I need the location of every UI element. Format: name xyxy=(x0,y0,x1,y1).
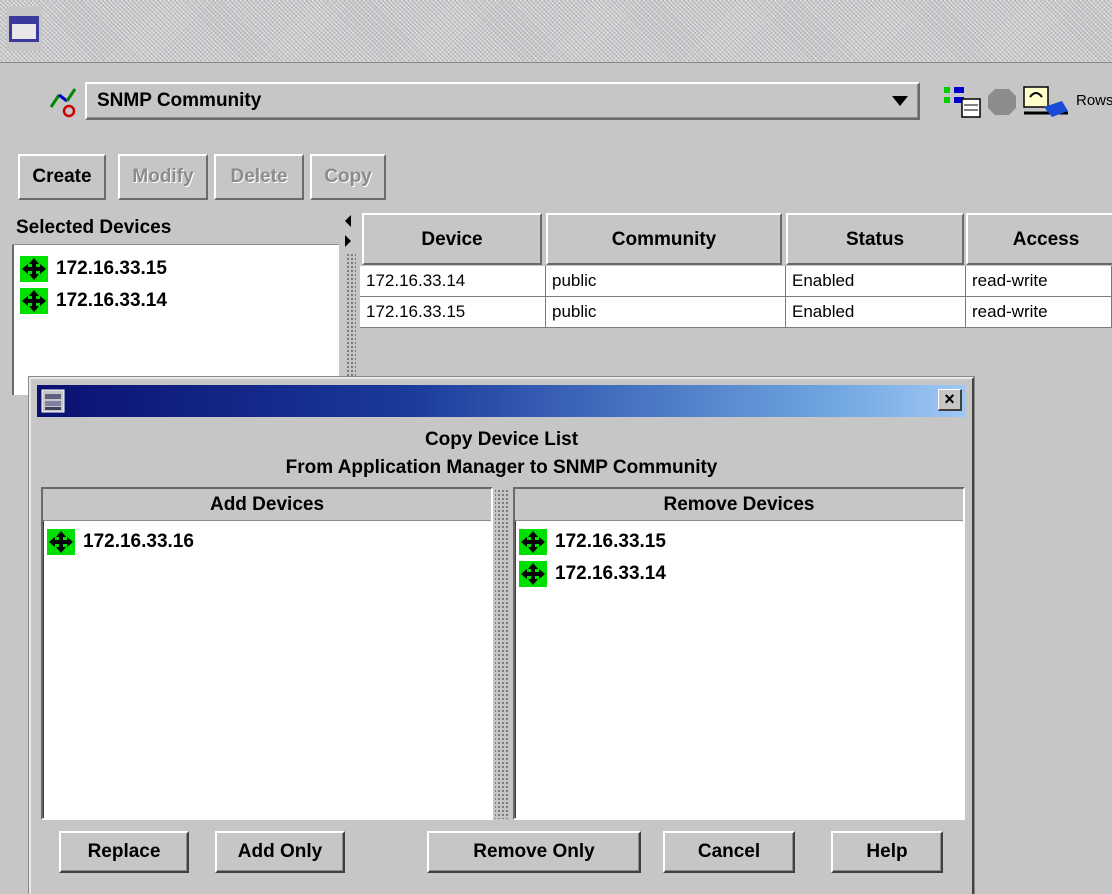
list-item[interactable]: 172.16.33.14 xyxy=(519,559,666,589)
chevron-down-icon[interactable] xyxy=(892,96,908,106)
expand-right-icon[interactable] xyxy=(345,235,351,247)
config-view-icon xyxy=(45,85,79,119)
remove-devices-list[interactable]: Remove Devices 172.16.33.15 172.16.33.14 xyxy=(513,487,965,820)
add-only-button[interactable]: Add Only xyxy=(215,831,345,873)
device-label: 172.16.33.14 xyxy=(56,290,167,311)
dialog-subheading: From Application Manager to SNMP Communi… xyxy=(285,457,718,478)
dialog-app-icon xyxy=(41,389,65,413)
community-table: Device Community Status Access 172.16.33… xyxy=(360,213,1112,393)
table-cell[interactable]: Enabled xyxy=(786,266,966,297)
network-device-icon xyxy=(20,288,48,314)
view-selector-dropdown[interactable]: SNMP Community xyxy=(85,82,920,120)
list-item[interactable]: 172.16.33.14 xyxy=(20,287,167,315)
add-devices-list[interactable]: Add Devices 172.16.33.16 xyxy=(41,487,493,820)
dialog-titlebar[interactable]: × xyxy=(37,385,966,417)
list-item[interactable]: 172.16.33.16 xyxy=(47,527,194,557)
remove-devices-header: Remove Devices xyxy=(515,489,963,521)
table-cell[interactable]: 172.16.33.14 xyxy=(360,266,546,297)
table-cell[interactable]: Enabled xyxy=(786,297,966,328)
view-selector-value: SNMP Community xyxy=(97,90,262,111)
column-header-access[interactable]: Access xyxy=(966,213,1112,265)
column-header-device[interactable]: Device xyxy=(362,213,542,265)
device-label: 172.16.33.14 xyxy=(555,563,666,584)
network-device-icon xyxy=(20,256,48,282)
device-label: 172.16.33.15 xyxy=(555,531,666,552)
delete-button[interactable]: Delete xyxy=(214,154,304,200)
create-button[interactable]: Create xyxy=(18,154,106,200)
close-icon[interactable]: × xyxy=(938,389,962,411)
main-window-titlebar[interactable] xyxy=(0,0,1112,63)
device-label: 172.16.33.15 xyxy=(56,258,167,279)
list-item[interactable]: 172.16.33.15 xyxy=(519,527,666,557)
list-item[interactable]: 172.16.33.15 xyxy=(20,255,167,283)
table-cell[interactable]: read-write xyxy=(966,266,1112,297)
cancel-button[interactable]: Cancel xyxy=(663,831,795,873)
network-device-icon xyxy=(47,529,75,555)
modify-button[interactable]: Modify xyxy=(118,154,208,200)
table-cell[interactable]: public xyxy=(546,297,786,328)
rows-label: Rows xyxy=(1076,92,1112,109)
window-icon xyxy=(6,7,42,51)
dialog-splitter-grip[interactable] xyxy=(495,489,509,819)
dialog-heading: Copy Device List xyxy=(424,429,579,450)
selected-devices-list[interactable]: 172.16.33.15 172.16.33.14 xyxy=(12,245,339,395)
tree-table-icon[interactable] xyxy=(942,83,986,119)
remove-only-button[interactable]: Remove Only xyxy=(427,831,641,873)
table-cell[interactable]: 172.16.33.15 xyxy=(360,297,546,328)
table-cell[interactable]: read-write xyxy=(966,297,1112,328)
add-devices-header: Add Devices xyxy=(43,489,491,521)
copy-button[interactable]: Copy xyxy=(310,154,386,200)
network-device-icon xyxy=(519,561,547,587)
splitter-grip[interactable] xyxy=(346,253,356,393)
replace-button[interactable]: Replace xyxy=(59,831,189,873)
stop-icon[interactable] xyxy=(984,83,1020,119)
network-device-icon xyxy=(519,529,547,555)
copy-device-list-dialog: × Copy Device List From Application Mana… xyxy=(29,377,974,894)
search-device-icon[interactable] xyxy=(1022,83,1072,119)
panel-splitter[interactable] xyxy=(342,213,360,393)
table-cell[interactable]: public xyxy=(546,266,786,297)
collapse-left-icon[interactable] xyxy=(345,215,351,227)
column-header-status[interactable]: Status xyxy=(786,213,964,265)
help-button[interactable]: Help xyxy=(831,831,943,873)
column-header-community[interactable]: Community xyxy=(546,213,782,265)
device-label: 172.16.33.16 xyxy=(83,531,194,552)
selected-devices-header: Selected Devices xyxy=(12,213,339,245)
